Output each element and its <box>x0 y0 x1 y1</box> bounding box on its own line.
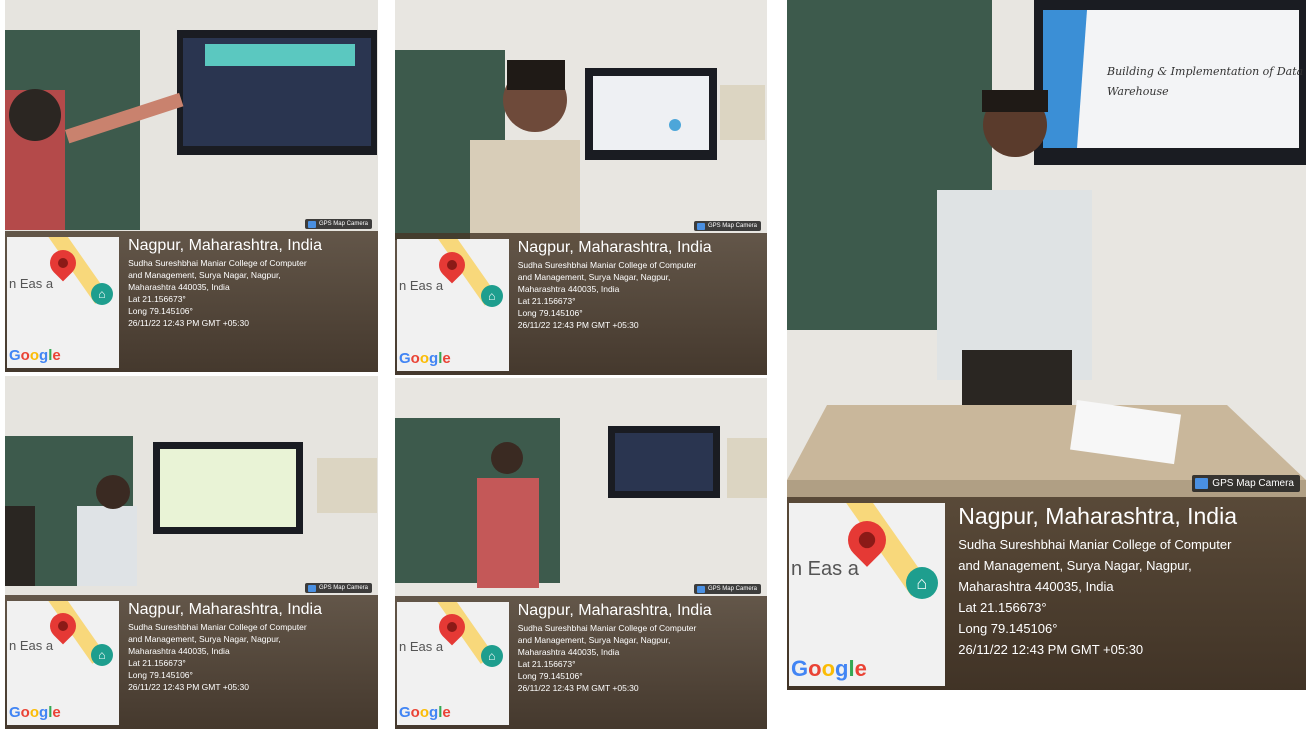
latitude: Lat 21.156673° <box>517 295 576 306</box>
longitude: Long 79.145106° <box>517 670 583 681</box>
longitude: Long 79.145106° <box>517 307 583 318</box>
google-logo: Google <box>791 656 867 681</box>
address-line-1: Sudha Sureshbhai Maniar College of Compu… <box>517 259 697 270</box>
map-thumbnail: n Eas a ⌂ Google <box>397 238 509 371</box>
address-line-2: and Management, Surya Nagar, Nagpur, <box>517 634 671 645</box>
camera-icon <box>1195 477 1209 489</box>
latitude: Lat 21.156673° <box>958 599 1047 615</box>
landmark-icon: ⌂ <box>905 566 938 599</box>
camera-icon <box>696 585 705 593</box>
google-logo: Google <box>399 350 451 367</box>
address-line-3: Maharashtra 440035, India <box>517 283 620 294</box>
google-logo: Google <box>9 347 61 364</box>
location-info: Nagpur, Maharashtra, India Sudha Sureshb… <box>518 602 763 694</box>
latitude: Lat 21.156673° <box>128 293 186 304</box>
camera-icon <box>696 222 705 230</box>
google-logo: Google <box>9 704 61 721</box>
location-info: Nagpur, Maharashtra, India Sudha Sureshb… <box>128 601 374 693</box>
gps-overlay: GPS Map Camera n Eas a ⌂ Google Nagpur, … <box>787 474 1306 690</box>
address-line-3: Maharashtra 440035, India <box>958 578 1114 594</box>
latitude: Lat 21.156673° <box>517 658 576 669</box>
location-info: Nagpur, Maharashtra, India Sudha Sureshb… <box>128 237 374 329</box>
location-info: Nagpur, Maharashtra, India Sudha Sureshb… <box>518 239 763 331</box>
address-line-2: and Management, Surya Nagar, Nagpur, <box>517 271 671 282</box>
gps-camera-badge: GPS Map Camera <box>693 583 761 594</box>
map-place-label: n Eas a <box>791 557 859 580</box>
address-line-3: Maharashtra 440035, India <box>128 281 230 292</box>
photo-1: GPS Map Camera n Eas a ⌂ Google Nagpur, … <box>5 0 378 372</box>
map-place-label: n Eas a <box>9 276 54 292</box>
city-title: Nagpur, Maharashtra, India <box>128 600 322 618</box>
map-thumbnail: n Eas a ⌂ Google <box>7 236 119 368</box>
landmark-icon: ⌂ <box>90 644 113 667</box>
map-thumbnail: n Eas a ⌂ Google <box>7 600 119 725</box>
timestamp: 26/11/22 12:43 PM GMT +05:30 <box>128 317 249 328</box>
address-line-1: Sudha Sureshbhai Maniar College of Compu… <box>128 257 307 268</box>
city-title: Nagpur, Maharashtra, India <box>517 601 712 619</box>
gps-camera-badge: GPS Map Camera <box>304 582 372 593</box>
address-line-2: and Management, Surya Nagar, Nagpur, <box>958 557 1192 573</box>
address-line-1: Sudha Sureshbhai Maniar College of Compu… <box>128 621 307 632</box>
gps-overlay: GPS Map Camera n Eas a ⌂ Google Nagpur, … <box>5 218 378 372</box>
camera-icon <box>307 220 316 228</box>
timestamp: 26/11/22 12:43 PM GMT +05:30 <box>517 682 639 693</box>
address-line-2: and Management, Surya Nagar, Nagpur, <box>128 269 281 280</box>
address-line-2: and Management, Surya Nagar, Nagpur, <box>128 633 281 644</box>
address-line-3: Maharashtra 440035, India <box>517 646 620 657</box>
gps-overlay: GPS Map Camera n Eas a ⌂ Google Nagpur, … <box>5 582 378 729</box>
address-line-3: Maharashtra 440035, India <box>128 645 230 656</box>
slide-title-line-2: Warehouse <box>1107 85 1169 98</box>
map-place-label: n Eas a <box>399 278 444 294</box>
map-thumbnail: n Eas a ⌂ Google <box>397 601 509 725</box>
city-title: Nagpur, Maharashtra, India <box>128 236 322 254</box>
gps-camera-badge: GPS Map Camera <box>1192 474 1300 492</box>
gps-overlay: GPS Map Camera n Eas a ⌂ Google Nagpur, … <box>395 583 767 729</box>
longitude: Long 79.145106° <box>958 620 1058 636</box>
google-logo: Google <box>399 704 451 721</box>
photo-4: GPS Map Camera n Eas a ⌂ Google Nagpur, … <box>395 378 767 729</box>
gps-overlay: GPS Map Camera n Eas a ⌂ Google Nagpur, … <box>395 220 767 375</box>
city-title: Nagpur, Maharashtra, India <box>958 502 1237 529</box>
address-line-1: Sudha Sureshbhai Maniar College of Compu… <box>517 622 697 633</box>
city-title: Nagpur, Maharashtra, India <box>517 238 712 256</box>
location-info: Nagpur, Maharashtra, India Sudha Sureshb… <box>958 503 1302 660</box>
camera-icon <box>307 584 316 592</box>
photo-3: GPS Map Camera n Eas a ⌂ Google Nagpur, … <box>5 376 378 729</box>
map-thumbnail: n Eas a ⌂ Google <box>789 502 945 686</box>
map-place-label: n Eas a <box>9 638 54 654</box>
map-place-label: n Eas a <box>399 638 444 654</box>
latitude: Lat 21.156673° <box>128 657 186 668</box>
timestamp: 26/11/22 12:43 PM GMT +05:30 <box>517 319 639 330</box>
longitude: Long 79.145106° <box>128 669 193 680</box>
timestamp: 26/11/22 12:43 PM GMT +05:30 <box>128 681 249 692</box>
address-line-1: Sudha Sureshbhai Maniar College of Compu… <box>958 536 1232 552</box>
gps-camera-badge: GPS Map Camera <box>693 220 761 231</box>
photo-5: Building & Implementation of Data Wareho… <box>787 0 1306 690</box>
photo-2: GPS Map Camera n Eas a ⌂ Google Nagpur, … <box>395 0 767 375</box>
timestamp: 26/11/22 12:43 PM GMT +05:30 <box>958 641 1144 657</box>
slide-title-line-1: Building & Implementation of Data <box>1106 65 1303 78</box>
gps-camera-badge: GPS Map Camera <box>304 218 372 229</box>
landmark-icon: ⌂ <box>480 644 503 667</box>
landmark-icon: ⌂ <box>90 282 113 305</box>
longitude: Long 79.145106° <box>128 305 193 316</box>
landmark-icon: ⌂ <box>480 284 503 307</box>
